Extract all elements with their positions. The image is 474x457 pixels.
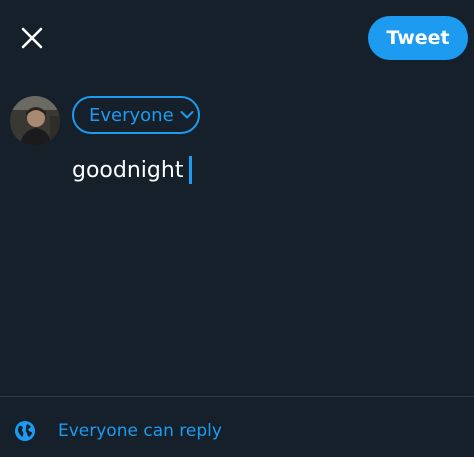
audience-selector-button[interactable]: Everyone [72, 96, 200, 134]
tweet-button[interactable]: Tweet [368, 16, 468, 60]
text-caret [189, 156, 193, 184]
footer-divider [0, 396, 474, 397]
reply-setting-button[interactable]: Everyone can reply [14, 416, 222, 446]
tweet-text-input[interactable]: goodnight [72, 152, 193, 188]
avatar-image [10, 96, 60, 146]
close-button[interactable] [12, 18, 52, 58]
reply-setting-label: Everyone can reply [58, 421, 222, 441]
avatar[interactable] [10, 96, 60, 146]
audience-label: Everyone [89, 104, 174, 126]
tweet-text: goodnight [72, 157, 184, 183]
close-icon [21, 27, 43, 49]
chevron-down-icon [180, 110, 194, 120]
globe-icon [14, 419, 38, 443]
